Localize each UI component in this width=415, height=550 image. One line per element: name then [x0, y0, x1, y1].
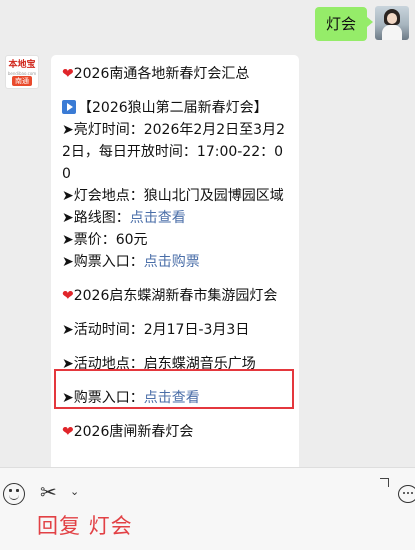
section-title-qidong: ❤2026启东蝶湖新春市集游园灯会 [62, 288, 278, 304]
play-icon [62, 100, 76, 114]
map-link[interactable]: 点击查看 [130, 210, 186, 226]
scissors-icon[interactable]: ✂ [40, 482, 57, 502]
chevron-down-icon[interactable]: ⌄ [70, 486, 79, 498]
event2-time: ➤活动时间：2月17日-3月3日 [62, 322, 250, 338]
outgoing-message-row: 灯会 [314, 6, 409, 41]
heart-icon: ❤ [62, 66, 74, 82]
event-title-langshan: 【2026狼山第二届新春灯会】 [62, 97, 289, 119]
event-ticket: ➤购票入口：点击购票 [62, 254, 200, 270]
outgoing-message-bubble[interactable]: 灯会 [314, 7, 374, 41]
chat-bubble-icon[interactable] [398, 485, 415, 503]
buy-ticket-link[interactable]: 点击购票 [144, 254, 200, 270]
heart-icon: ❤ [62, 424, 74, 440]
event2-place: ➤活动地点：启东蝶湖音乐广场 [62, 356, 256, 372]
view-ticket-link[interactable]: 点击查看 [144, 390, 200, 406]
reply-hint-caption: 回复 灯会 [37, 514, 133, 538]
heart-icon: ❤ [62, 288, 74, 304]
incoming-message-bubble[interactable]: ❤2026南通各地新春灯会汇总 【2026狼山第二届新春灯会】 ➤亮灯时间：20… [51, 55, 299, 475]
event-price: ➤票价：60元 [62, 232, 148, 248]
avatar-brand-text: 本地宝 [8, 60, 36, 70]
avatar-city-badge: 南通 [12, 76, 32, 86]
emoji-icon[interactable] [3, 483, 25, 505]
event-place: ➤灯会地点：狼山北门及园博园区域 [62, 188, 284, 204]
sender-avatar[interactable]: 本地宝 bendibao.com 南通 [5, 55, 39, 89]
section-title-tangzha: ❤2026唐闸新春灯会 [62, 424, 194, 440]
event-time: ➤亮灯时间：2026年2月2日至3月22日，每日开放时间：17:00-22：00 [62, 122, 285, 182]
expand-corner-icon[interactable] [380, 478, 389, 487]
section-title-nantong: ❤2026南通各地新春灯会汇总 [62, 66, 250, 82]
my-avatar[interactable] [375, 6, 409, 40]
event-map: ➤路线图：点击查看 [62, 210, 186, 226]
event2-ticket: ➤购票入口：点击查看 [62, 390, 200, 406]
